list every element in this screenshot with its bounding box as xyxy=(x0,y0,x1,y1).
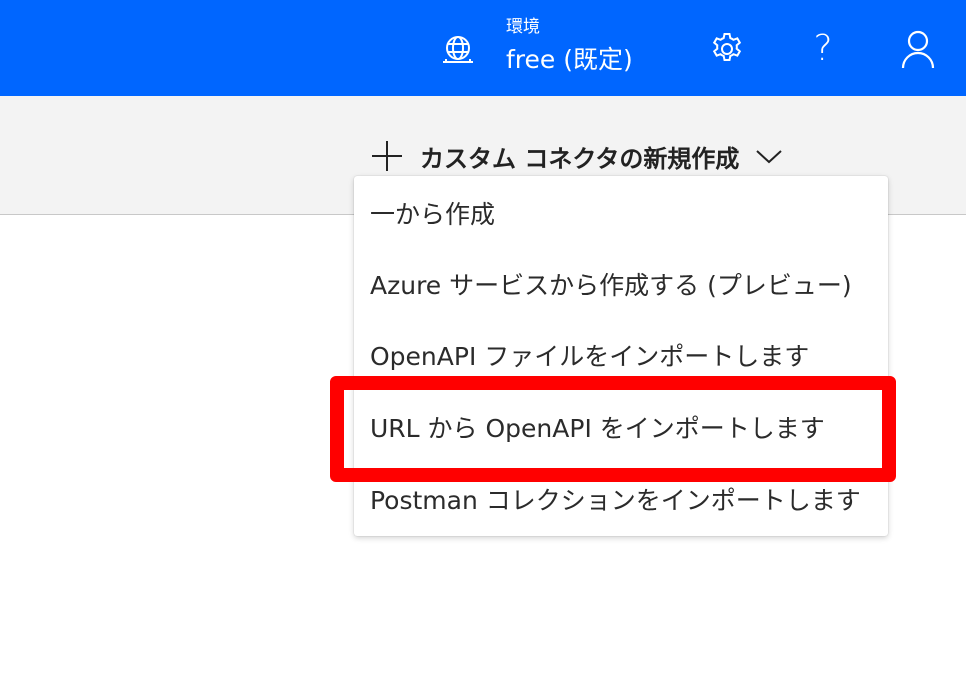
menu-item-create-from-blank[interactable]: 一から作成 xyxy=(354,178,888,248)
environment-label: 環境 xyxy=(506,17,540,37)
menu-item-import-openapi-file[interactable]: OpenAPI ファイルをインポートします xyxy=(354,320,888,390)
plus-icon xyxy=(372,141,402,171)
help-button[interactable]: ? xyxy=(803,28,843,70)
account-button[interactable] xyxy=(898,28,938,70)
top-header-bar: 環境 free (既定) ? xyxy=(0,0,966,96)
chevron-down-icon xyxy=(756,150,783,164)
menu-item-import-openapi-from-url[interactable]: URL から OpenAPI をインポートします xyxy=(354,392,888,462)
user-icon xyxy=(901,30,935,69)
settings-button[interactable] xyxy=(707,28,747,70)
menu-item-create-from-azure-service[interactable]: Azure サービスから作成する (プレビュー) xyxy=(354,249,888,319)
gear-icon xyxy=(712,33,742,61)
menu-item-import-postman-collection[interactable]: Postman コレクションをインポートします xyxy=(354,464,888,534)
environment-selector[interactable]: free (既定) xyxy=(506,43,633,77)
new-custom-connector-label: カスタム コネクタの新規作成 xyxy=(420,144,740,173)
new-custom-connector-button[interactable]: カスタム コネクタの新規作成 xyxy=(370,136,783,176)
help-icon: ? xyxy=(813,28,833,69)
new-connector-dropdown-menu: 一から作成 Azure サービスから作成する (プレビュー) OpenAPI フ… xyxy=(354,176,888,536)
environment-globe-icon[interactable] xyxy=(440,34,476,66)
